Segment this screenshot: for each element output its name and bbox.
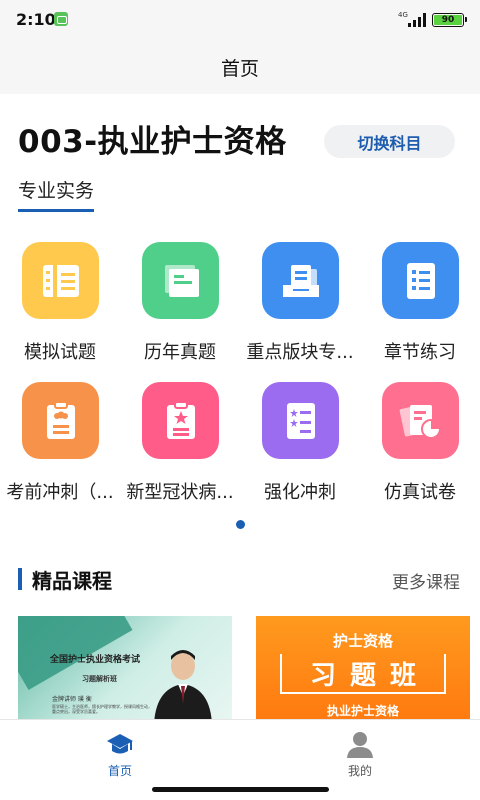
grid-item-label: 模拟试题 bbox=[24, 342, 96, 363]
subject-title: 003-执业护士资格 bbox=[18, 124, 287, 160]
grid-item-chapter-practice[interactable]: 章节练习 bbox=[360, 242, 480, 370]
section-accent-bar bbox=[18, 568, 22, 590]
paper-chart-icon bbox=[382, 382, 459, 459]
grid-item-final-sprint[interactable]: 考前冲刺（... bbox=[0, 382, 120, 510]
course-card-title: 护士资格 bbox=[332, 632, 393, 650]
tab-mine[interactable]: 我的 bbox=[300, 728, 420, 778]
grid-item-intensive-sprint[interactable]: 强化冲刺 bbox=[240, 382, 360, 510]
nav-bar: 首页 bbox=[0, 40, 480, 94]
switch-subject-button[interactable]: 切换科目 bbox=[324, 125, 455, 158]
course-card[interactable]: 护士资格 习题班 执业护士资格 bbox=[256, 616, 470, 720]
course-card-desc: 医学硕士，主治医师，擅长护理学教学，授课风格生动，重点突出，深受学员喜爱。 bbox=[52, 704, 152, 714]
grid-item-label: 仿真试卷 bbox=[384, 482, 456, 503]
page-indicator-dot bbox=[236, 520, 245, 529]
course-card-teacher: 金牌讲师 璞 衡 bbox=[52, 696, 92, 703]
course-card-main: 习题班 bbox=[280, 654, 446, 694]
star-list-icon bbox=[262, 382, 339, 459]
teacher-photo bbox=[154, 650, 212, 720]
grid-item-covid[interactable]: 新型冠状病... bbox=[120, 382, 240, 510]
status-time: 2:10 bbox=[16, 10, 56, 29]
person-icon bbox=[347, 732, 373, 758]
grid-item-label: 历年真题 bbox=[144, 342, 216, 363]
course-card[interactable]: 全国护士执业资格考试 习题解析班 金牌讲师 璞 衡 医学硕士，主治医师，擅长护理… bbox=[18, 616, 232, 720]
status-bar: 2:10 4G 90 bbox=[0, 0, 480, 40]
home-indicator bbox=[152, 787, 329, 792]
graduation-cap-icon bbox=[107, 734, 133, 754]
battery-level: 90 bbox=[434, 15, 462, 25]
list-icon bbox=[382, 242, 459, 319]
grid-item-label: 强化冲刺 bbox=[264, 482, 336, 503]
grid-item-past-papers[interactable]: 历年真题 bbox=[120, 242, 240, 370]
course-card-subtitle: 执业护士资格 bbox=[326, 704, 399, 718]
course-card-title: 全国护士执业资格考试 bbox=[50, 655, 141, 665]
battery-icon: 90 bbox=[432, 13, 467, 27]
course-card-subtitle: 习题解析班 bbox=[82, 675, 117, 683]
grid-item-label: 新型冠状病... bbox=[126, 482, 234, 503]
more-courses-link[interactable]: 更多课程 bbox=[392, 568, 460, 593]
grid-item-mock-exam[interactable]: 模拟试题 bbox=[0, 242, 120, 370]
ledger-icon bbox=[22, 242, 99, 319]
grid-item-key-sections[interactable]: 重点版块专... bbox=[240, 242, 360, 370]
tab-home[interactable]: 首页 bbox=[60, 728, 180, 778]
clipboard-star-icon bbox=[142, 382, 219, 459]
grid-item-label: 重点版块专... bbox=[246, 342, 354, 363]
tab-mine-label: 我的 bbox=[347, 764, 372, 778]
grid-item-label: 章节练习 bbox=[384, 342, 456, 363]
signal-icon bbox=[408, 13, 426, 27]
network-type: 4G bbox=[398, 11, 408, 19]
grid-item-simulation-paper[interactable]: 仿真试卷 bbox=[360, 382, 480, 510]
tab-home-label: 首页 bbox=[107, 764, 132, 778]
section-title: 精品课程 bbox=[32, 569, 112, 593]
app-notification-icon bbox=[54, 12, 68, 26]
grid-item-label: 考前冲刺（... bbox=[6, 482, 114, 503]
inbox-icon bbox=[262, 242, 339, 319]
book-icon bbox=[142, 242, 219, 319]
tab-professional-practice[interactable]: 专业实务 bbox=[18, 176, 95, 212]
page-title: 首页 bbox=[220, 57, 259, 80]
clipboard-people-icon bbox=[22, 382, 99, 459]
